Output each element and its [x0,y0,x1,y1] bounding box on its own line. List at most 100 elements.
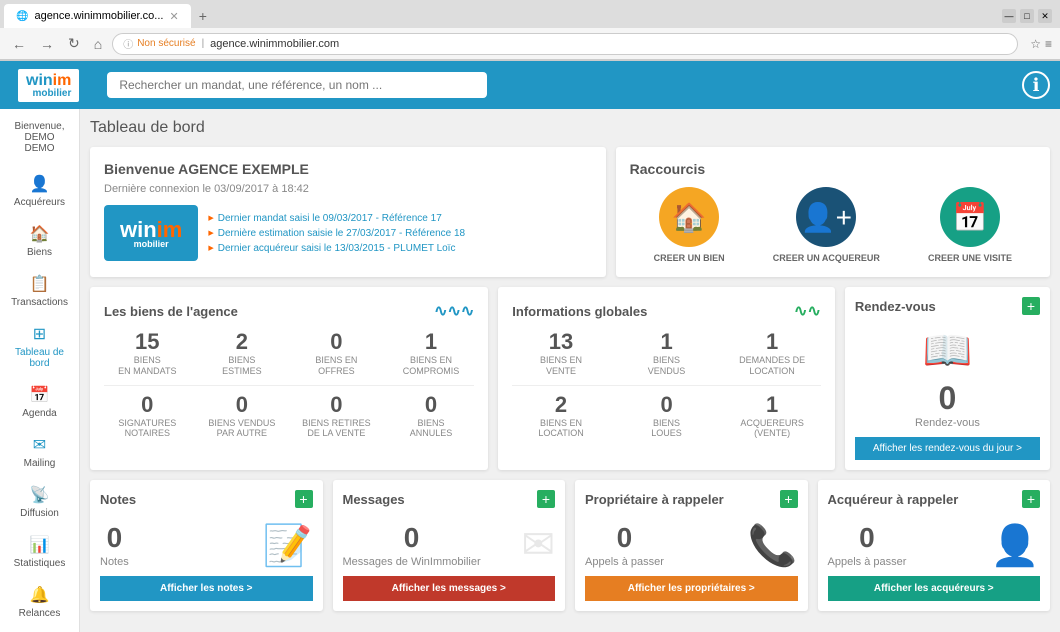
back-button[interactable]: ← [8,34,30,54]
shortcut-creer-acquereur[interactable]: 👤+ CREER UN ACQUEREUR [773,187,880,263]
close-button[interactable]: ✕ [1038,9,1052,23]
infos-chart-icon: ∿∿ [794,301,821,321]
logo-area: winim mobilier [10,65,87,106]
shortcut-icon-bien: 🏠 [659,187,719,247]
search-input[interactable] [107,72,487,98]
proprietaire-header: Propriétaire à rappeler + [585,490,798,508]
maximize-button[interactable]: □ [1020,9,1034,23]
sidebar-item-biens[interactable]: 🏠 Biens [0,216,79,266]
welcome-title: Bienvenue AGENCE EXEMPLE [104,161,592,177]
stat-annules: 0 BIENSANNULES [388,394,475,440]
rdv-show-button[interactable]: Afficher les rendez-vous du jour > [855,437,1040,460]
notes-show-button[interactable]: Afficher les notes > [100,576,313,601]
bookmark-icon[interactable]: ☆ [1030,37,1041,51]
sidebar-label-statistiques: Statistiques [14,558,66,569]
stat-demandes-location: 1 DEMANDES DELOCATION [723,331,821,377]
url-bar[interactable]: ⓘ Non sécurisé | agence.winimmobilier.co… [112,33,1018,55]
page-title: Tableau de bord [90,119,1050,137]
logo-win: winim [26,72,71,90]
sidebar-label-relances: Relances [19,608,61,619]
user-greeting: Bienvenue, DEMODEMO [0,121,79,154]
sidebar-item-diffusion[interactable]: 📡 Diffusion [0,477,79,527]
acquereur-show-button[interactable]: Afficher les acquéreurs > [828,576,1041,601]
bottom-row: Notes + 0 Notes 📝 Afficher les notes > [90,480,1050,611]
stat-biens-location: 2 BIENS ENLOCATION [512,394,610,440]
sidebar-item-statistiques[interactable]: 📊 Statistiques [0,527,79,577]
diffusion-icon: 📡 [30,485,50,505]
sidebar-label-diffusion: Diffusion [20,508,59,519]
shortcut-label-acquereur: CREER UN ACQUEREUR [773,253,880,263]
sidebar-item-transactions[interactable]: 📋 Transactions [0,266,79,316]
shortcut-label-visite: CREER UNE VISITE [928,253,1012,263]
window-controls: — □ ✕ [1002,9,1056,23]
reload-button[interactable]: ↻ [64,33,84,54]
sidebar-item-relances[interactable]: 🔔 Relances [0,577,79,627]
new-tab-button[interactable]: + [191,4,215,28]
forward-button[interactable]: → [36,34,58,54]
messages-header: Messages + [343,490,556,508]
recent-link-1[interactable]: Dernier mandat saisi le 09/03/2017 - Réf… [208,213,465,224]
infos-card: Informations globales ∿∿ 13 BIENS ENVENT… [498,287,835,470]
shortcut-icon-acquereur: 👤+ [796,187,856,247]
messages-add-button[interactable]: + [537,490,555,508]
proprietaire-add-button[interactable]: + [780,490,798,508]
security-icon: ⓘ [123,36,133,51]
messages-label: Messages de WinImmobilier [343,556,481,568]
rdv-add-button[interactable]: + [1022,297,1040,315]
recent-link-3[interactable]: Dernier acquéreur saisi le 13/03/2015 - … [208,243,465,254]
proprietaire-bg-icon: 📞 [748,522,798,569]
biens-stats-row2: 0 SIGNATURESNOTAIRES 0 BIENS VENDUSPAR A… [104,394,474,440]
recent-link-2[interactable]: Dernière estimation saisie le 27/03/2017… [208,228,465,239]
biens-stats-row1: 15 BIENSEN MANDATS 2 BIENSESTIMES 0 BIEN… [104,331,474,377]
rdv-card: Rendez-vous + 📖 0 Rendez-vous Afficher l… [845,287,1050,470]
proprietaire-label: Appels à passer [585,556,664,568]
acquereur-add-button[interactable]: + [1022,490,1040,508]
transactions-icon: 📋 [30,274,50,294]
sidebar-item-acquereurs[interactable]: 👤 Acquéreurs [0,166,79,216]
rdv-number: 0 [855,380,1040,417]
infos-title: Informations globales ∿∿ [512,301,821,321]
proprietaire-show-button[interactable]: Afficher les propriétaires > [585,576,798,601]
url-separator: | [202,38,205,49]
home-button[interactable]: ⌂ [90,34,106,54]
minimize-button[interactable]: — [1002,9,1016,23]
sidebar-item-agenda[interactable]: 📅 Agenda [0,377,79,427]
stat-acquereurs-vente: 1 ACQUEREURS(VENTE) [723,394,821,440]
biens-chart-icon: ∿∿∿ [434,301,474,321]
stat-retires: 0 BIENS RETIRESDE LA VENTE [293,394,380,440]
shortcut-label-bien: CREER UN BIEN [654,253,725,263]
top-header: winim mobilier ℹ [0,61,1060,109]
messages-show-button[interactable]: Afficher les messages > [343,576,556,601]
agenda-icon: 📅 [30,385,50,405]
sidebar-item-pige[interactable]: 📌 Pige [0,627,79,632]
sidebar-label-agenda: Agenda [22,408,56,419]
sidebar-item-mailing[interactable]: ✉ Mailing [0,427,79,477]
stat-signatures: 0 SIGNATURESNOTAIRES [104,394,191,440]
info-button[interactable]: ℹ [1022,71,1050,99]
content-area: Tableau de bord Bienvenue AGENCE EXEMPLE… [80,109,1060,632]
active-tab[interactable]: 🌐 agence.winimmobilier.co... ✕ [4,4,191,28]
notes-number: 0 [100,522,129,554]
sidebar-item-tableau-de-bord[interactable]: ⊞ Tableau de bord [0,316,79,377]
messages-title: Messages [343,492,405,507]
stat-vendus-autre: 0 BIENS VENDUSPAR AUTRE [199,394,286,440]
tab-close-icon[interactable]: ✕ [169,10,178,23]
relances-icon: 🔔 [30,585,50,605]
shortcut-creer-bien[interactable]: 🏠 CREER UN BIEN [654,187,725,263]
url-text: agence.winimmobilier.com [210,38,339,50]
search-bar [107,72,1002,98]
proprietaire-title: Propriétaire à rappeler [585,492,724,507]
tab-bar: 🌐 agence.winimmobilier.co... ✕ + — □ ✕ [0,0,1060,28]
nav-icons: ☆ ≡ [1030,37,1052,51]
messages-bg-icon: ✉ [521,522,555,568]
settings-icon[interactable]: ≡ [1045,37,1052,51]
mailing-icon: ✉ [33,435,46,455]
tableau-icon: ⊞ [33,324,46,344]
logo-box: winim mobilier [18,69,79,102]
shortcut-creer-visite[interactable]: 📅 CREER UNE VISITE [928,187,1012,263]
notes-add-button[interactable]: + [295,490,313,508]
messages-number: 0 [343,522,481,554]
stat-biens-compromis: 1 BIENS ENCOMPROMIS [388,331,475,377]
acquereur-title: Acquéreur à rappeler [828,492,959,507]
last-login: Dernière connexion le 03/09/2017 à 18:42 [104,183,592,195]
